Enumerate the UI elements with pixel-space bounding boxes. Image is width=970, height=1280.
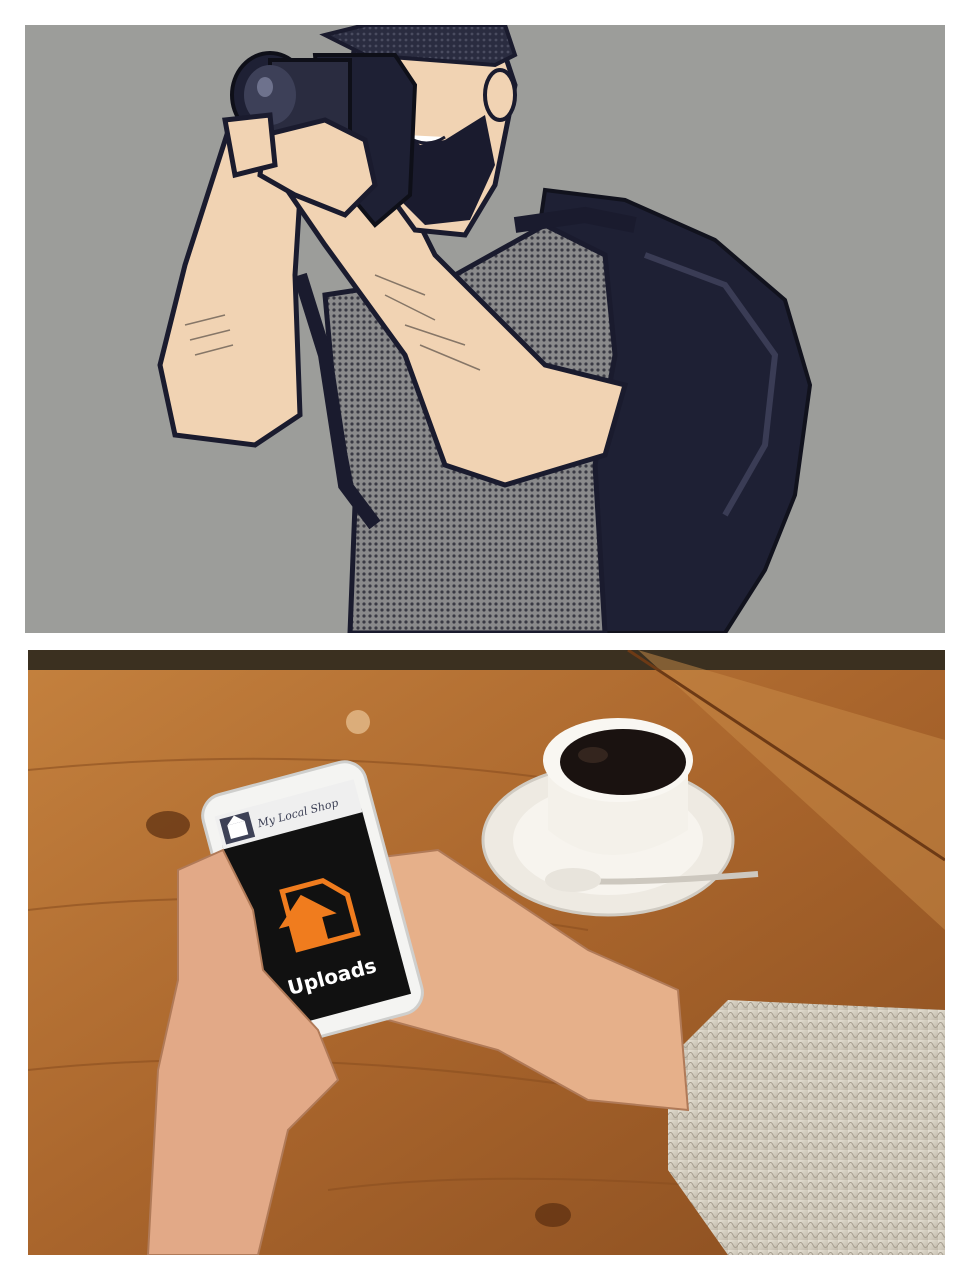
photographer-illustration: [157, 25, 813, 633]
phone-photo-panel: My Local Shop Uploads: [28, 650, 945, 1255]
phone-photo: My Local Shop Uploads: [28, 650, 945, 1255]
photographer-illustration-panel: [25, 25, 945, 633]
sweater-sleeve: [668, 1000, 945, 1255]
